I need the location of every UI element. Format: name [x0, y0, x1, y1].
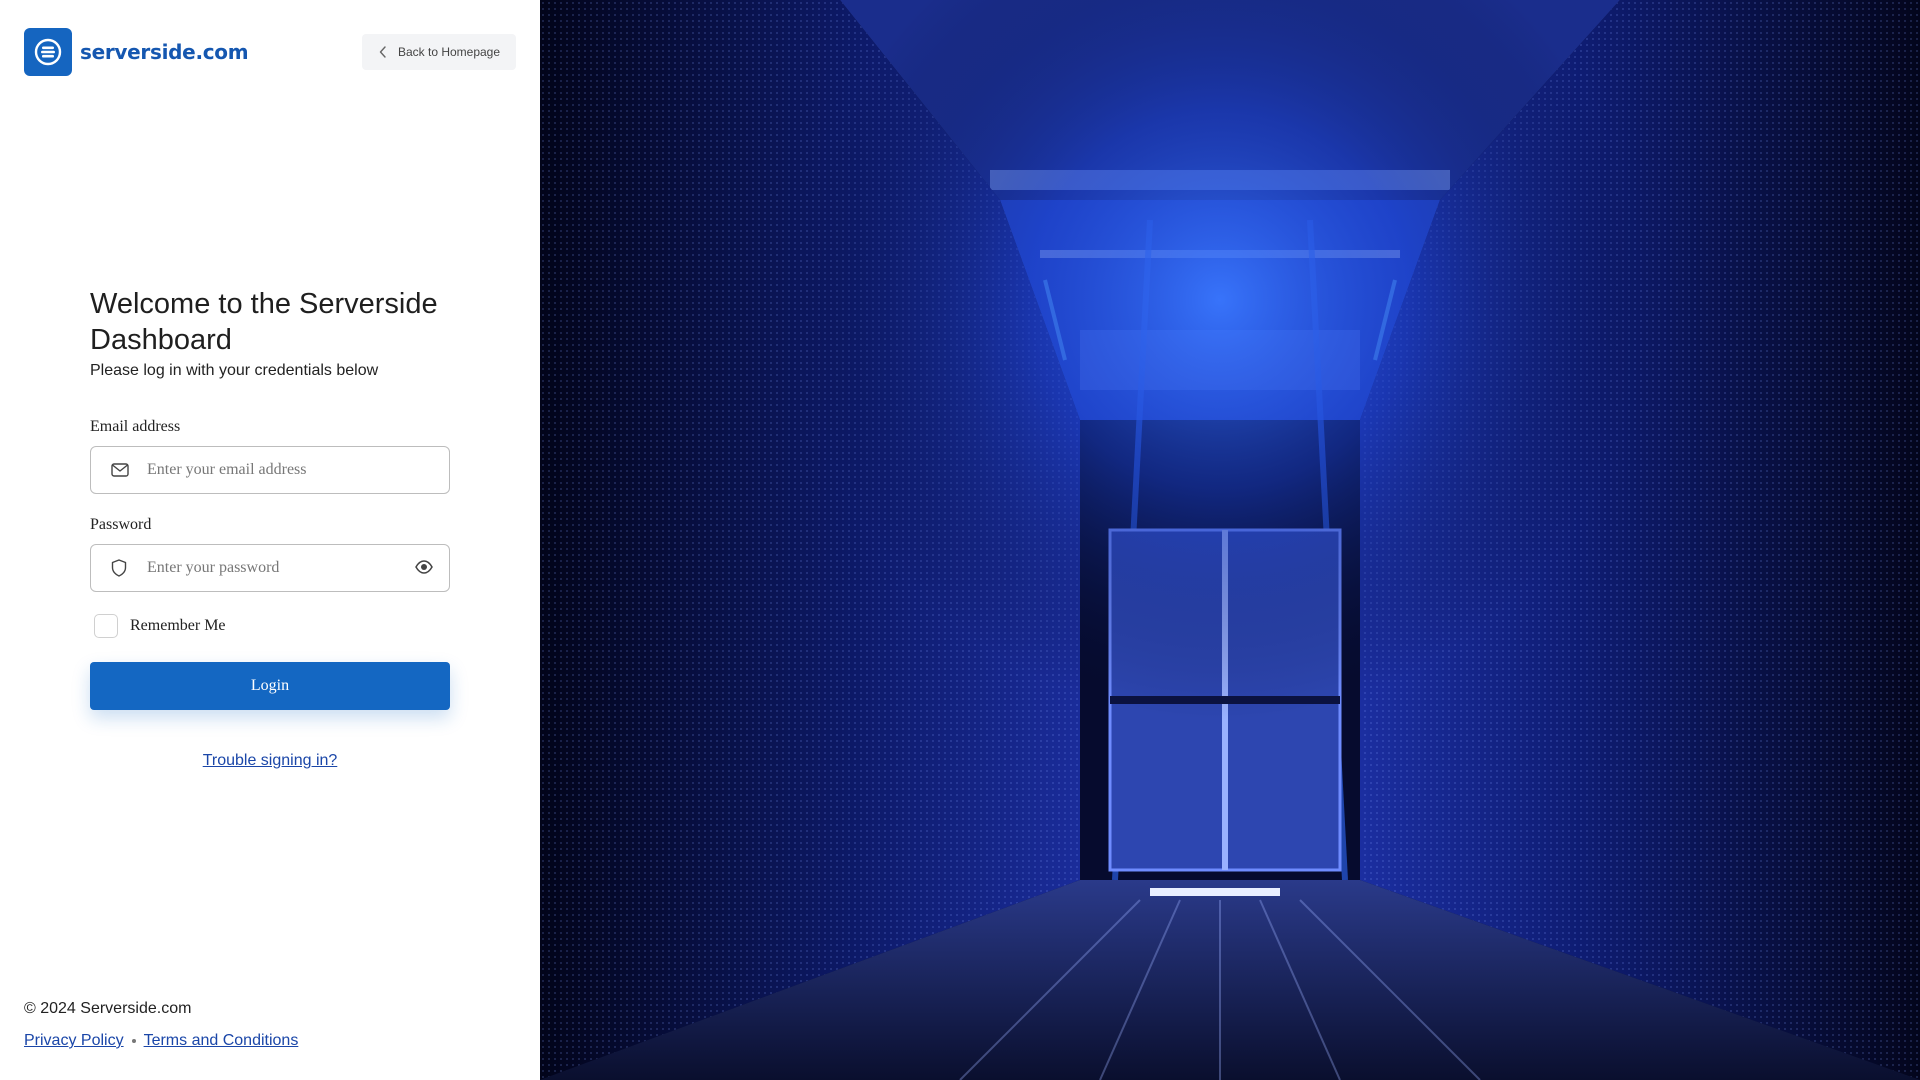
email-input[interactable]	[91, 447, 449, 493]
page-subtitle: Please log in with your credentials belo…	[90, 362, 379, 379]
datacenter-hero-image	[540, 0, 1920, 1080]
brand-logo-link[interactable]: serverside.com	[24, 28, 249, 76]
link-separator	[131, 1039, 136, 1043]
toggle-password-visibility-button[interactable]	[413, 557, 435, 579]
page-title: Welcome to the Serverside Dashboard	[90, 288, 438, 356]
remember-me-row: Remember Me	[90, 614, 450, 638]
password-input[interactable]	[91, 545, 449, 591]
footer: © 2024 Serverside.com Privacy Policy Ter…	[24, 1000, 298, 1050]
remember-me-checkbox[interactable]	[94, 614, 118, 638]
copyright-text: © 2024 Serverside.com	[24, 1000, 192, 1017]
envelope-icon	[111, 463, 129, 477]
back-to-homepage-button[interactable]: Back to Homepage	[362, 34, 516, 70]
back-to-homepage-label: Back to Homepage	[397, 45, 501, 59]
login-page: serverside.com Back to Homepage Welcome …	[0, 0, 1920, 1080]
email-label: Email address	[90, 418, 181, 435]
footer-links: Privacy Policy Terms and Conditions	[24, 1032, 298, 1050]
email-field-wrapper	[90, 446, 450, 494]
login-form: Welcome to the Serverside Dashboard Plea…	[90, 286, 450, 770]
shield-icon	[111, 559, 127, 577]
eye-icon	[415, 559, 433, 577]
privacy-policy-link[interactable]: Privacy Policy	[24, 1032, 124, 1050]
terms-and-conditions-link[interactable]: Terms and Conditions	[144, 1032, 299, 1050]
password-label: Password	[90, 516, 152, 533]
brand-name: serverside.com	[80, 40, 249, 64]
trouble-signing-in-link[interactable]: Trouble signing in?	[90, 752, 450, 770]
password-field-wrapper	[90, 544, 450, 592]
remember-me-label[interactable]: Remember Me	[130, 617, 226, 635]
server-stack-icon	[24, 28, 72, 76]
chevron-left-icon	[378, 46, 388, 58]
login-button[interactable]: Login	[90, 662, 450, 710]
login-panel: serverside.com Back to Homepage Welcome …	[0, 0, 540, 1080]
